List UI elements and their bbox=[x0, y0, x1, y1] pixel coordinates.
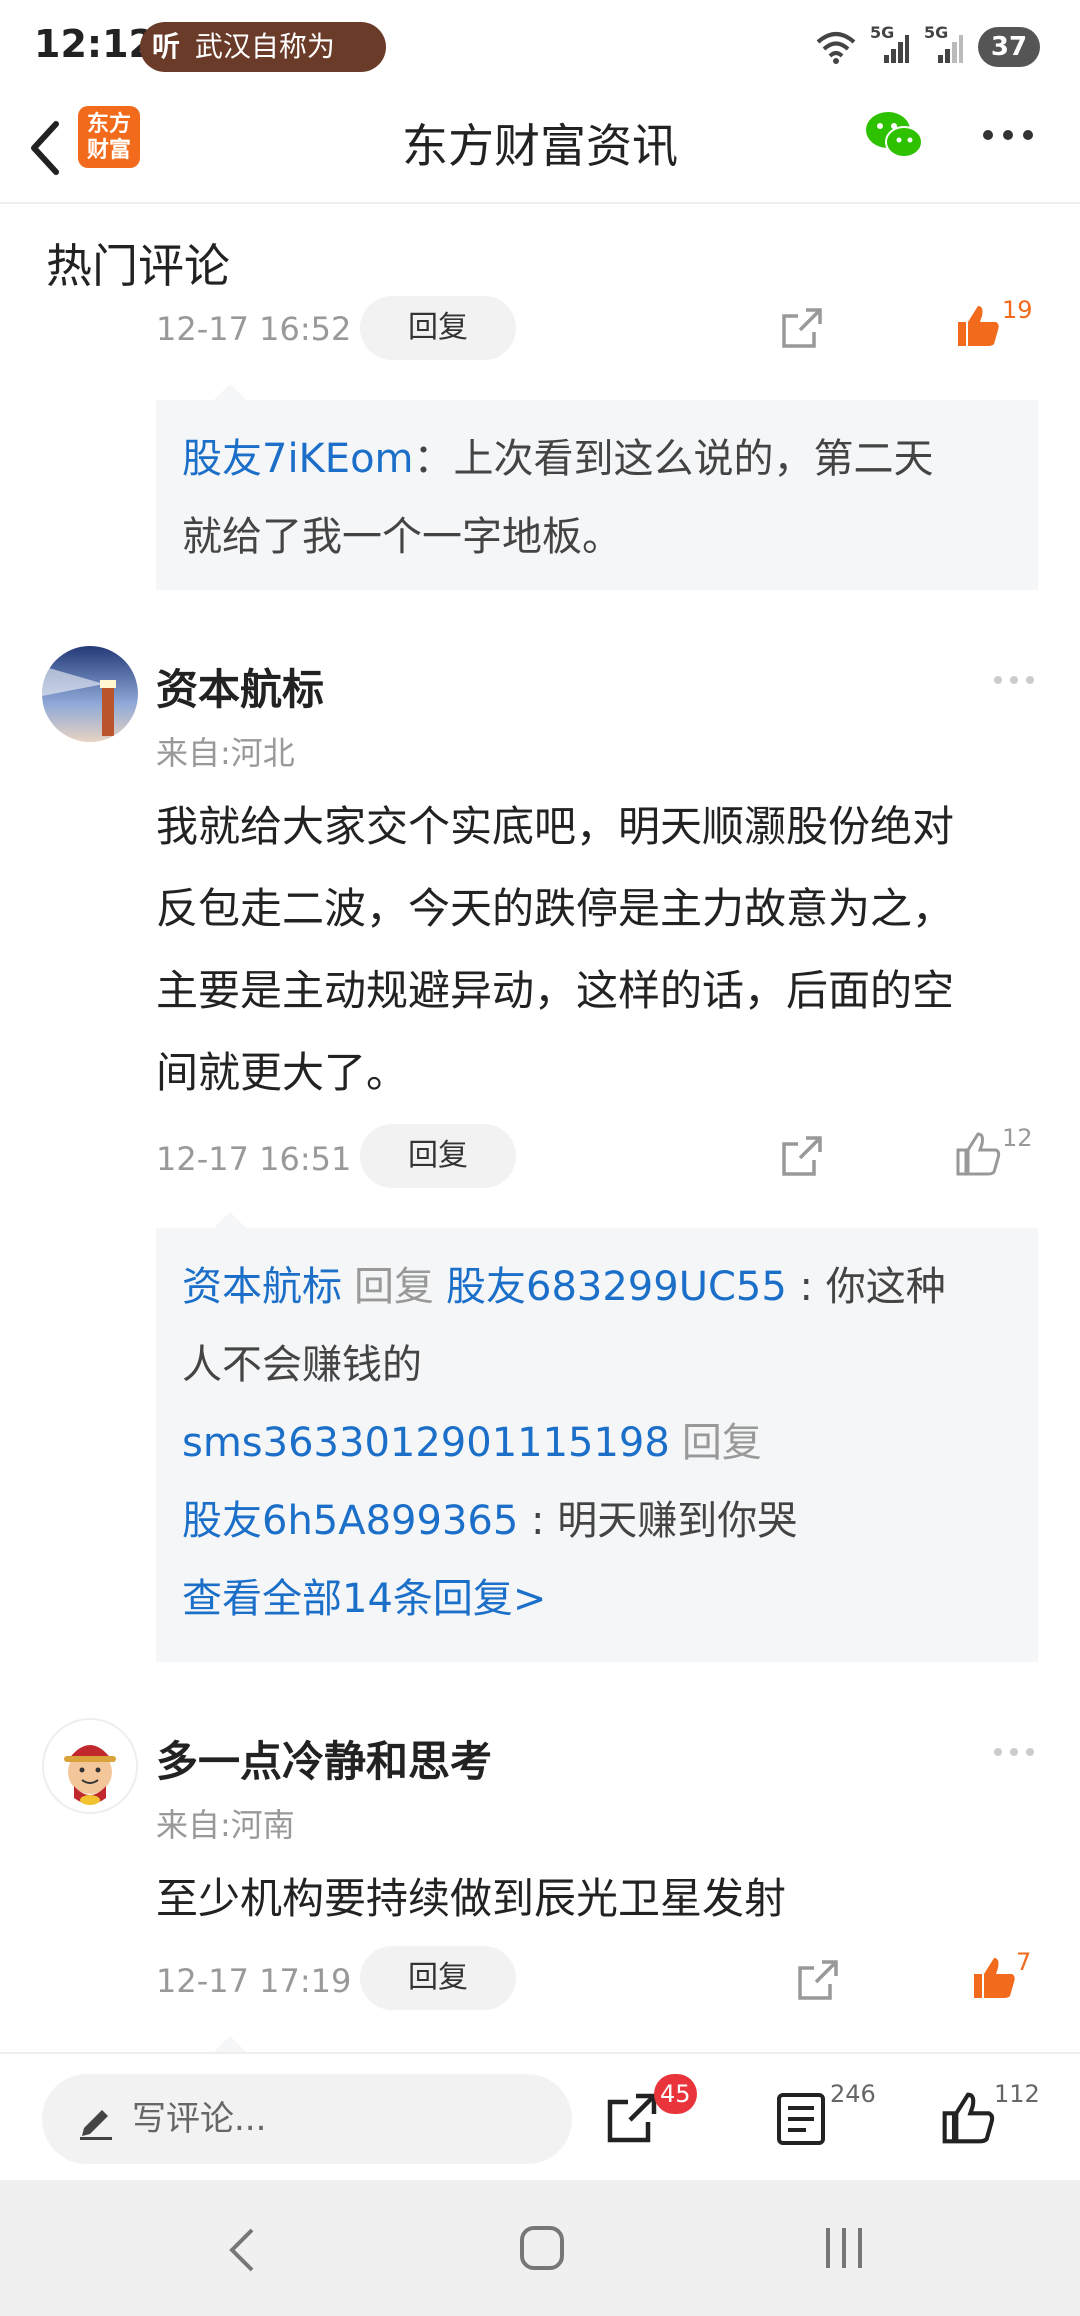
reply-button[interactable]: 回复 bbox=[360, 1946, 516, 2010]
listen-icon: 听 bbox=[152, 30, 181, 63]
reply-text: : 明天赚到你哭 bbox=[518, 1498, 798, 1544]
wechat-icon[interactable] bbox=[862, 108, 926, 164]
reply-target-username[interactable]: 股友6h5A899365 bbox=[182, 1498, 518, 1544]
wifi-icon bbox=[816, 32, 856, 64]
nav-recents-icon[interactable] bbox=[820, 2226, 868, 2270]
nav-back-icon[interactable] bbox=[222, 2226, 262, 2274]
reply-button[interactable]: 回复 bbox=[360, 1124, 516, 1188]
reply-item: 资本航标 回复 股友683299UC55 : 你这种 bbox=[182, 1264, 946, 1310]
pen-icon bbox=[80, 2110, 112, 2140]
section-title: 热门评论 bbox=[46, 239, 230, 293]
reply-text: : 你这种 bbox=[786, 1264, 946, 1310]
comments-count: 246 bbox=[830, 2080, 876, 2108]
comment-more-icon[interactable] bbox=[992, 674, 1036, 686]
likes-count: 112 bbox=[994, 2080, 1040, 2108]
reply-box-notch bbox=[214, 384, 246, 400]
comment-body: 我就给大家交个实底吧，明天顺灏股份绝对 反包走二波，今天的跌停是主力故意为之， … bbox=[156, 802, 955, 1097]
like-count: 12 bbox=[1002, 1124, 1033, 1152]
reply-target-username[interactable]: 股友683299UC55 bbox=[446, 1264, 787, 1310]
share-count-badge: 45 bbox=[654, 2074, 697, 2114]
reply-box: 资本航标 回复 股友683299UC55 : 你这种 人不会赚钱的 sms36330… bbox=[156, 1228, 1038, 1662]
comment-time: 12-17 17:19 bbox=[156, 1962, 352, 2000]
comment-more-icon[interactable] bbox=[992, 1746, 1036, 1758]
more-icon[interactable] bbox=[980, 120, 1036, 150]
status-bar: 12:12 听 武汉自称为 5G 5G 37 bbox=[0, 0, 1080, 92]
reply-text: ：上次看到这么说的，第二天 bbox=[413, 436, 934, 482]
system-nav-bar bbox=[0, 2180, 1080, 2316]
signal-icon-1: 5G bbox=[870, 23, 910, 65]
reply-username[interactable]: sms3633012901115198 bbox=[182, 1420, 670, 1466]
bottom-action-bar: 写评论... 45 246 112 bbox=[0, 2052, 1080, 2182]
comment-input[interactable]: 写评论... bbox=[42, 2074, 572, 2164]
reply-box-notch bbox=[214, 2036, 246, 2052]
reply-item: sms3633012901115198 回复 bbox=[182, 1420, 762, 1466]
comment-list-icon[interactable] bbox=[776, 2092, 826, 2146]
reply-button[interactable]: 回复 bbox=[360, 296, 516, 360]
like-count: 7 bbox=[1016, 1948, 1032, 1976]
like-count: 19 bbox=[1002, 296, 1033, 324]
reply-box-notch bbox=[214, 1212, 246, 1228]
comment-body: 至少机构要持续做到辰光卫星发射 bbox=[156, 1874, 787, 1923]
reply-text-continued: 人不会赚钱的 bbox=[182, 1342, 422, 1388]
comment-author[interactable]: 多一点冷静和思考 bbox=[156, 1728, 492, 1789]
comment-region: 来自:河北 bbox=[156, 734, 295, 772]
comment-author[interactable]: 资本航标 bbox=[156, 656, 324, 717]
like-icon[interactable] bbox=[954, 302, 1002, 350]
listen-text: 武汉自称为 bbox=[194, 30, 335, 63]
like-icon[interactable] bbox=[954, 1130, 1002, 1178]
comment-time: 12-17 16:52 bbox=[156, 310, 352, 348]
like-icon[interactable] bbox=[940, 2090, 996, 2146]
share-icon[interactable] bbox=[604, 2090, 660, 2146]
comment-time: 12-17 16:51 bbox=[156, 1140, 352, 1178]
listen-pill[interactable]: 听 武汉自称为 bbox=[140, 22, 386, 72]
reply-box: 股友7iKEom：上次看到这么说的，第二天 就给了我一个一字地板。 bbox=[156, 400, 1038, 590]
signal-icon-2: 5G bbox=[924, 23, 964, 65]
share-icon[interactable] bbox=[780, 1134, 824, 1178]
reply-username[interactable]: 资本航标 bbox=[182, 1264, 342, 1310]
like-icon[interactable] bbox=[970, 1954, 1018, 2002]
battery-indicator: 37 bbox=[978, 27, 1040, 67]
avatar[interactable] bbox=[42, 1718, 138, 1814]
status-icons: 5G 5G 37 bbox=[816, 23, 1040, 70]
app-header: 东方 财富 东方财富资讯 bbox=[0, 92, 1080, 204]
share-icon[interactable] bbox=[780, 306, 824, 350]
share-icon[interactable] bbox=[796, 1958, 840, 2002]
view-all-replies-link[interactable]: 查看全部14条回复> bbox=[182, 1560, 1038, 1638]
avatar[interactable] bbox=[42, 646, 138, 742]
reply-username[interactable]: 股友7iKEom bbox=[182, 436, 414, 482]
comment-region: 来自:河南 bbox=[156, 1806, 295, 1844]
status-time: 12:12 bbox=[34, 22, 155, 66]
nav-home-icon[interactable] bbox=[518, 2224, 566, 2272]
reply-item: 股友7iKEom：上次看到这么说的，第二天 bbox=[182, 420, 1038, 498]
reply-item-continued: 股友6h5A899365 : 明天赚到你哭 bbox=[182, 1482, 1038, 1560]
reply-text-continued: 就给了我一个一字地板。 bbox=[182, 514, 622, 560]
